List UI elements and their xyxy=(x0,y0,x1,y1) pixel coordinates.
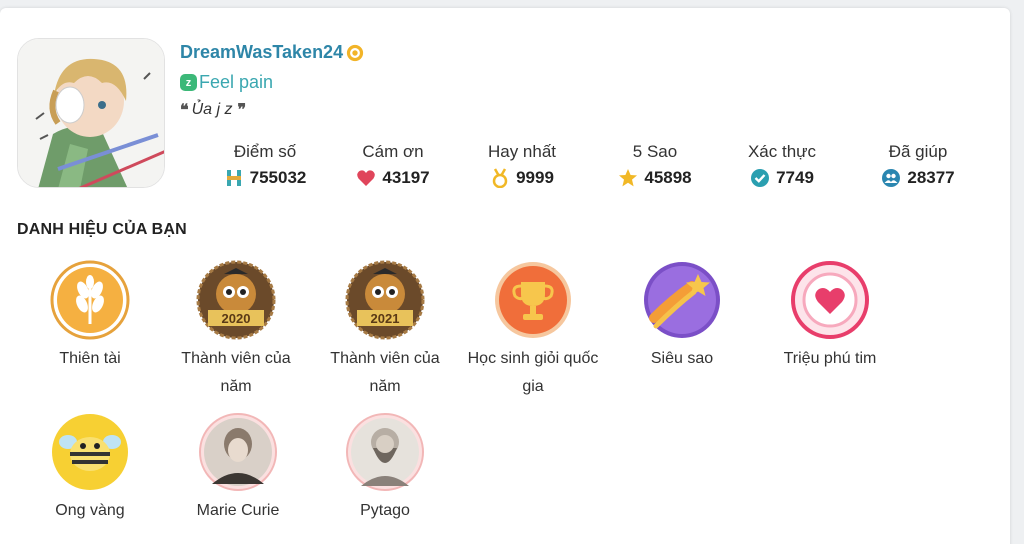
stat-value: 45898 xyxy=(644,168,692,187)
heart-icon xyxy=(357,170,376,186)
close-quote-icon: ❞ xyxy=(237,102,246,119)
points-icon xyxy=(226,170,241,186)
username[interactable]: DreamWasTaken24 xyxy=(180,42,364,63)
badge-marie-curie[interactable]: Marie Curie xyxy=(168,412,308,525)
medal-icon xyxy=(492,168,508,188)
verified-check-icon xyxy=(751,169,770,187)
profile-card: DreamWasTaken24 z Feel pain ❝ Ủa j z ❞ Đ… xyxy=(0,8,1010,544)
heart-ring-icon xyxy=(791,261,869,339)
shooting-star-icon xyxy=(644,262,720,338)
stat-label: Cám ơn xyxy=(362,142,424,161)
badge-heart-millionaire[interactable]: Triệu phú tim xyxy=(760,260,900,373)
badge-name: Thiên tài xyxy=(59,350,121,367)
stat-value: 28377 xyxy=(907,168,955,187)
sleep-status-icon: z xyxy=(180,74,197,91)
stat-value: 9999 xyxy=(516,168,554,187)
pytago-portrait-icon xyxy=(346,413,424,491)
stat-points: Điểm số 755032 xyxy=(200,142,330,188)
badge-name: Học sinh giỏi quốc gia xyxy=(467,350,599,395)
marie-curie-portrait-icon xyxy=(199,413,277,491)
badge-pytago[interactable]: Pytago xyxy=(315,412,455,525)
stat-five-stars: 5 Sao 45898 xyxy=(590,142,720,188)
stats-row: Điểm số 755032 Cám ơn 43197 Hay nhất 999… xyxy=(0,142,1010,202)
stat-label: Xác thực xyxy=(747,142,817,161)
badge-national-student[interactable]: Học sinh giỏi quốc gia xyxy=(463,260,603,401)
stat-verified: Xác thực 7749 xyxy=(717,142,847,188)
badge-super-star[interactable]: Siêu sao xyxy=(612,260,752,373)
bee-icon xyxy=(52,414,128,490)
badge-name: Pytago xyxy=(360,502,410,519)
badge-name: Marie Curie xyxy=(196,502,280,519)
badge-name: Thành viên của năm xyxy=(181,350,291,395)
badge-name: Siêu sao xyxy=(650,350,714,367)
badge-golden-bee[interactable]: Ong vàng xyxy=(20,412,160,525)
user-quote: ❝ Ủa j z ❞ xyxy=(180,100,246,120)
rank-badge-icon xyxy=(346,44,364,61)
badge-name: Triệu phú tim xyxy=(783,350,877,367)
people-icon xyxy=(882,169,901,187)
stat-value: 7749 xyxy=(776,168,814,187)
stat-helped: Đã giúp 28377 xyxy=(853,142,983,188)
badge-name: Ong vàng xyxy=(55,502,125,519)
stat-value: 43197 xyxy=(382,168,430,187)
username-text[interactable]: DreamWasTaken24 xyxy=(180,42,343,63)
stat-best: Hay nhất 9999 xyxy=(457,142,587,188)
section-title: DANH HIỆU CỦA BẠN xyxy=(17,221,187,238)
badge-year: 2021 xyxy=(371,311,400,326)
badge-thien-tai[interactable]: Thiên tài xyxy=(20,260,160,373)
open-quote-icon: ❝ xyxy=(180,102,188,119)
stat-label: 5 Sao xyxy=(632,142,678,161)
quote-text: Ủa j z xyxy=(191,101,233,118)
stat-label: Điểm số xyxy=(233,142,297,161)
badge-year: 2020 xyxy=(222,311,251,326)
user-status: z Feel pain xyxy=(180,72,273,93)
stat-value: 755032 xyxy=(249,168,307,187)
badge-member-2020[interactable]: 2020 Thành viên của năm xyxy=(166,260,306,401)
owl-2021-icon: 2021 xyxy=(345,260,425,340)
trophy-icon xyxy=(495,262,571,338)
badge-member-2021[interactable]: 2021 Thành viên của năm xyxy=(315,260,455,401)
star-icon xyxy=(619,169,638,187)
stat-label: Đã giúp xyxy=(888,142,948,161)
badge-name: Thành viên của năm xyxy=(330,350,440,395)
stat-thanks: Cám ơn 43197 xyxy=(328,142,458,188)
owl-2020-icon: 2020 xyxy=(196,260,276,340)
stat-label: Hay nhất xyxy=(487,142,557,161)
wheat-icon xyxy=(50,260,130,340)
status-text: Feel pain xyxy=(199,72,274,92)
